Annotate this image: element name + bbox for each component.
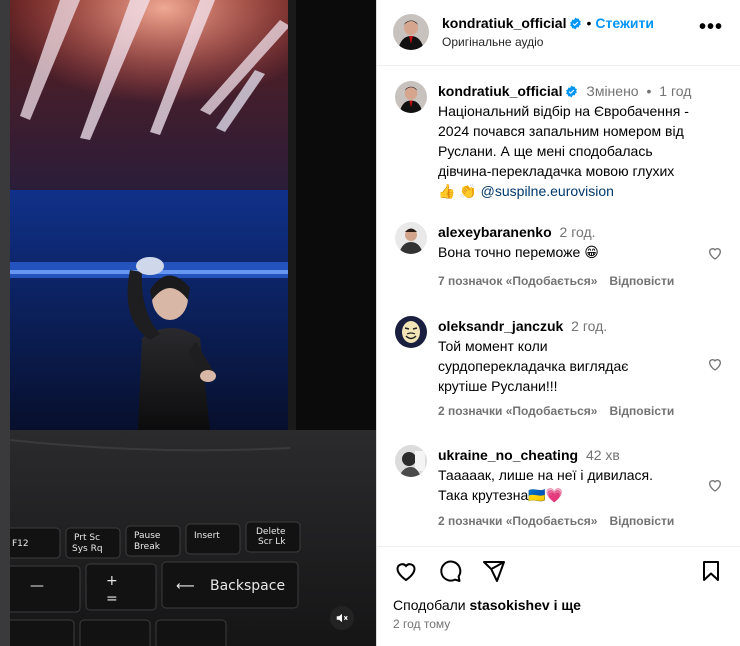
key-break: Break — [134, 542, 161, 552]
laptop-keyboard: F12 Prt Sc Sys Rq Pause Break Insert Del… — [0, 430, 376, 646]
caption-text: kondratiuk_official Змінено • 1 год Наці… — [438, 81, 708, 201]
verified-icon — [570, 17, 582, 30]
caption-time[interactable]: 1 год — [659, 83, 691, 99]
caption: kondratiuk_official Змінено • 1 год Наці… — [395, 81, 725, 216]
comment-username[interactable]: oleksandr_janczuk — [438, 318, 563, 334]
key-backspace: Backspace — [210, 578, 285, 594]
comment-time[interactable]: 2 год. — [571, 318, 607, 334]
more-options-icon[interactable]: ••• — [699, 17, 723, 37]
post-actions: Сподобали stasokishev і ще 2 год тому — [377, 546, 740, 646]
post-panel: kondratiuk_official • Стежити Оригінальне … — [376, 0, 740, 646]
comment-text-line-1: Таааaак, лише на неї і дивилася. — [438, 467, 654, 483]
comment-time[interactable]: 42 хв — [586, 447, 620, 463]
liked-suffix[interactable]: і ще — [554, 597, 581, 613]
comment-text-line-1: Той момент коли — [438, 338, 548, 354]
key-pause: Pause — [134, 531, 161, 541]
key-scrlk: Scr Lk — [258, 537, 286, 547]
mute-button[interactable] — [330, 606, 354, 630]
comment-avatar[interactable] — [395, 316, 427, 348]
key-equals: = — [106, 591, 118, 607]
caption-emoji: 👍 👏 — [438, 183, 477, 199]
key-f12: F12 — [12, 539, 29, 549]
reply-button[interactable]: Відповісти — [609, 514, 674, 528]
reply-button[interactable]: Відповісти — [609, 404, 674, 418]
comment-username[interactable]: alexeybaranenko — [438, 224, 552, 240]
heart-icon[interactable] — [707, 245, 723, 261]
comment-likes[interactable]: 2 позначки «Подобається» — [438, 404, 597, 418]
liked-user[interactable]: stasokishev — [470, 597, 550, 613]
post-timestamp[interactable]: 2 год тому — [393, 617, 450, 631]
key-insert: Insert — [194, 531, 220, 541]
heart-icon[interactable] — [707, 477, 723, 493]
comment-username[interactable]: ukraine_no_cheating — [438, 447, 578, 463]
caption-mention[interactable]: @suspilne.eurovision — [481, 183, 614, 199]
comment-text: Вона точно переможе 😁 — [438, 244, 599, 260]
comment-text-line-2: сурдоперекладачка виглядає — [438, 358, 629, 374]
mute-icon — [336, 613, 348, 623]
caption-line-2: 2024 почався запальним номером від — [438, 123, 684, 139]
comment-item: alexeybaranenko 2 год. Вона точно перемо… — [395, 222, 725, 294]
author-username[interactable]: kondratiuk_official — [442, 15, 566, 31]
header-line: kondratiuk_official • Стежити — [442, 15, 654, 31]
caption-line-3: Руслани. А ще мені сподобалась — [438, 143, 653, 159]
video-player[interactable]: F12 Prt Sc Sys Rq Pause Break Insert Del… — [0, 0, 376, 646]
caption-username[interactable]: kondratiuk_official — [438, 83, 562, 99]
bookmark-icon[interactable] — [699, 559, 723, 583]
comment-likes[interactable]: 2 позначки «Подобається» — [438, 514, 597, 528]
edited-label: Змінено — [586, 83, 639, 99]
liked-prefix: Сподобали — [393, 597, 466, 613]
verified-icon — [566, 85, 578, 98]
liked-by: Сподобали stasokishev і ще — [393, 597, 581, 613]
caption-line-4: дівчина-перекладачка мовою глухих — [438, 163, 675, 179]
comment-item: ukraine_no_cheating 42 хв Таааaак, лише … — [395, 445, 725, 531]
heart-icon[interactable] — [393, 559, 419, 583]
author-avatar[interactable] — [393, 14, 429, 50]
comment-avatar[interactable] — [395, 222, 427, 254]
laptop-screen — [10, 0, 296, 440]
comments-list[interactable]: kondratiuk_official Змінено • 1 год Наці… — [377, 67, 740, 544]
comment-time[interactable]: 2 год. — [560, 224, 596, 240]
reply-button[interactable]: Відповісти — [609, 274, 674, 288]
caption-avatar[interactable] — [395, 81, 427, 113]
comment-icon[interactable] — [437, 559, 463, 583]
comment-avatar[interactable] — [395, 445, 427, 477]
caption-line-1: Національний відбір на Євробачення - — [438, 103, 689, 119]
comment-item: oleksandr_janczuk 2 год. Той момент коли… — [395, 316, 725, 420]
comment-text-line-3: крутіше Руслани!!! — [438, 378, 558, 394]
key-sysrq: Sys Rq — [72, 544, 103, 554]
comment-text-line-2: Така крутезна🇺🇦💗 — [438, 487, 564, 503]
post-header: kondratiuk_official • Стежити Оригінальне … — [377, 0, 740, 66]
video-frame: F12 Prt Sc Sys Rq Pause Break Insert Del… — [0, 0, 376, 646]
caption-separator: • — [646, 83, 652, 99]
share-icon[interactable] — [481, 559, 507, 583]
comment-likes[interactable]: 7 позначок «Подобається» — [438, 274, 597, 288]
svg-text:⟵: ⟵ — [176, 579, 195, 594]
heart-icon[interactable] — [707, 356, 723, 372]
key-delete: Delete — [256, 527, 286, 537]
audio-link[interactable]: Оригінальне аудіо — [442, 35, 543, 49]
follow-button[interactable]: Стежити — [595, 15, 654, 31]
key-prtsc: Prt Sc — [74, 533, 100, 543]
key-plus: + — [106, 573, 118, 589]
svg-text:—: — — [30, 578, 44, 594]
